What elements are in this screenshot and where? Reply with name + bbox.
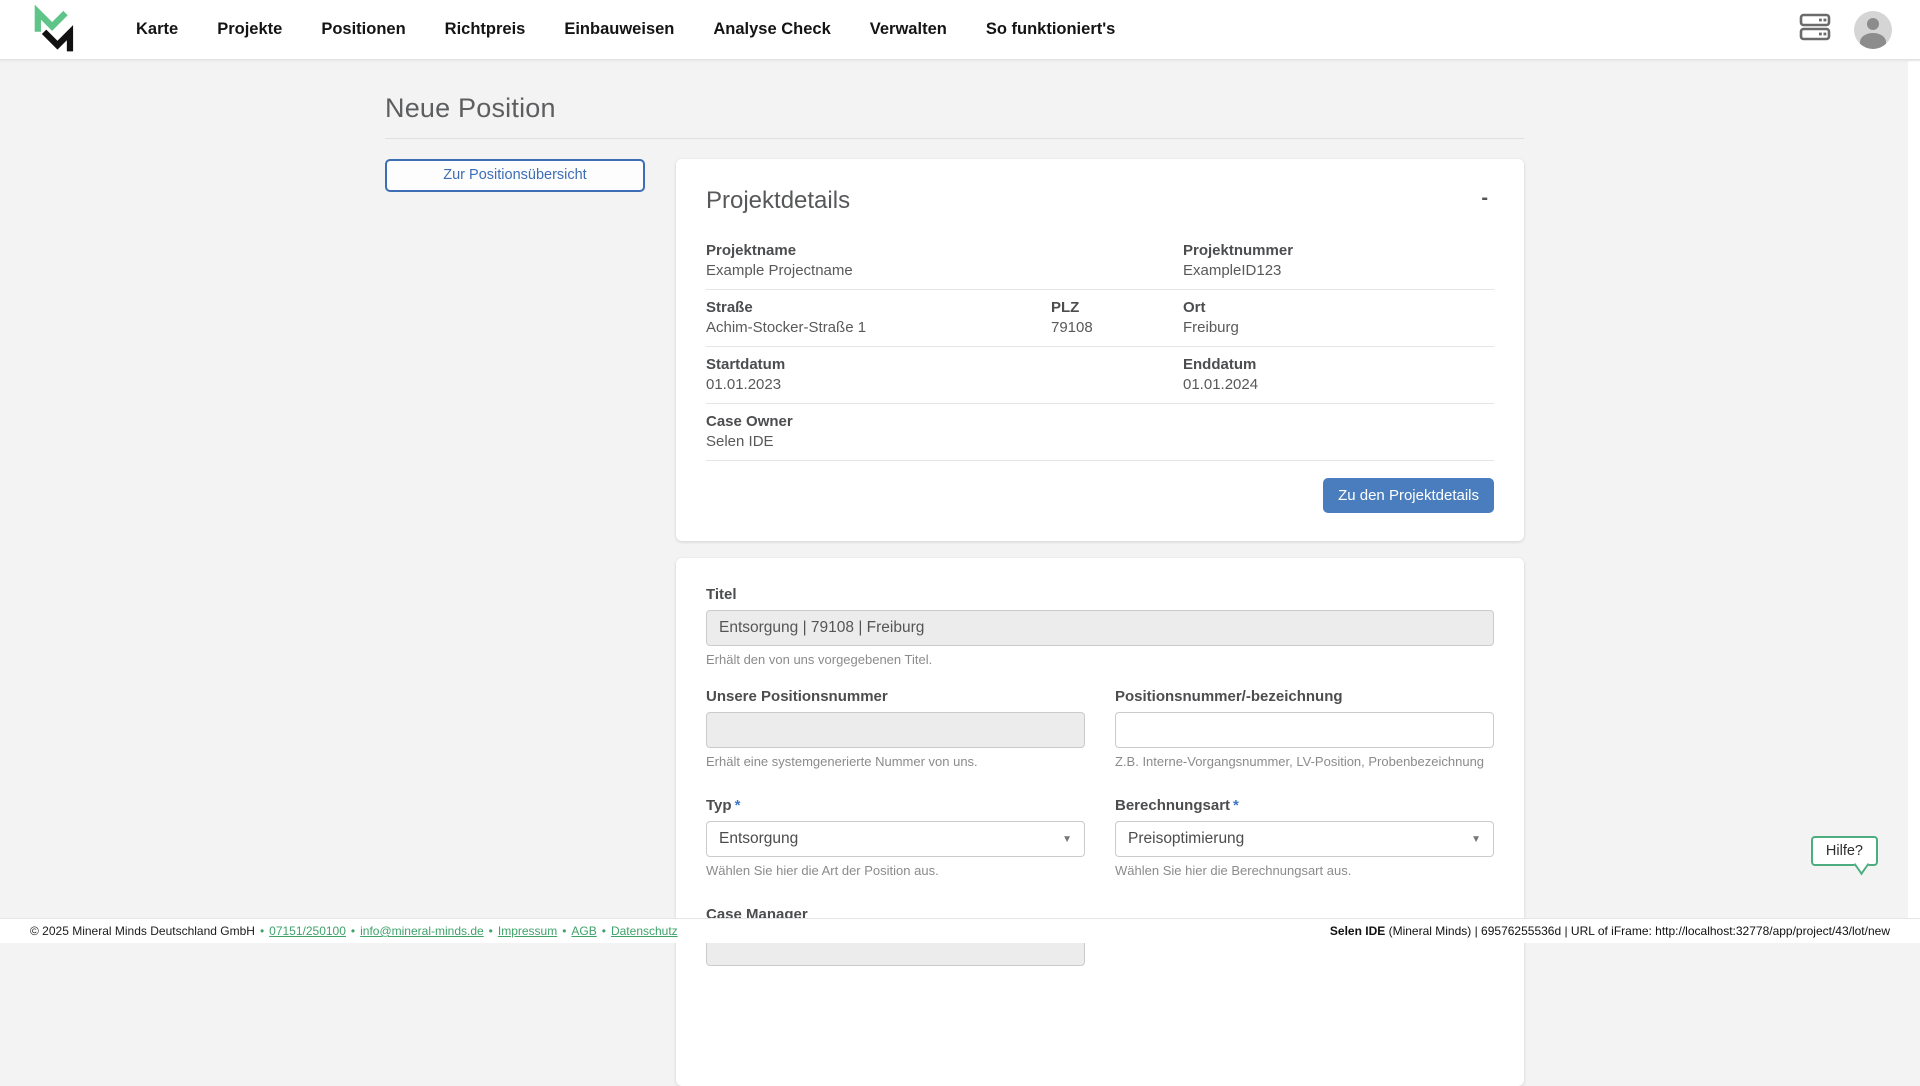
project-row-dates: Startdatum 01.01.2023 Enddatum 01.01.202… <box>706 347 1494 404</box>
avatar-body <box>1860 33 1886 49</box>
nav-item-positionen[interactable]: Positionen <box>321 20 405 39</box>
mineral-minds-logo-icon[interactable] <box>28 5 78 55</box>
footer: © 2025 Mineral Minds Deutschland GmbH • … <box>0 918 1920 943</box>
unsere-positionsnummer-field: Unsere Positionsnummer Erhält eine syste… <box>706 688 1085 769</box>
strasse-label: Straße <box>706 299 1051 316</box>
title-divider <box>385 138 1524 139</box>
berechnungsart-select[interactable]: Preisoptimierung ▼ <box>1115 821 1494 857</box>
titel-field: Titel Erhält den von uns vorgegebenen Ti… <box>706 586 1494 667</box>
positionsnummer-field: Positionsnummer/-bezeichnung Z.B. Intern… <box>1115 688 1494 769</box>
berechnungsart-select-value: Preisoptimierung <box>1128 830 1244 848</box>
new-position-form-card: Titel Erhält den von uns vorgegebenen Ti… <box>676 558 1524 1086</box>
help-button[interactable]: Hilfe? <box>1811 836 1878 866</box>
positionsnummer-helper: Z.B. Interne-Vorgangsnummer, LV-Position… <box>1115 754 1494 769</box>
footer-copyright: © 2025 Mineral Minds Deutschland GmbH <box>30 924 255 938</box>
field-plz: PLZ 79108 <box>1051 299 1183 336</box>
footer-session-info: Selen IDE (Mineral Minds) | 69576255536d… <box>1330 924 1890 938</box>
field-ort: Ort Freiburg <box>1183 299 1494 336</box>
field-projektnummer: Projektnummer ExampleID123 <box>1183 242 1494 279</box>
nav-item-einbauweisen[interactable]: Einbauweisen <box>564 20 674 39</box>
field-strasse: Straße Achim-Stocker-Straße 1 <box>706 299 1051 336</box>
positionsnummer-label: Positionsnummer/-bezeichnung <box>1115 688 1494 705</box>
footer-link-phone[interactable]: 07151/250100 <box>269 924 346 938</box>
footer-link-agb[interactable]: AGB <box>571 924 596 938</box>
projektname-label: Projektname <box>706 242 1183 259</box>
plz-value: 79108 <box>1051 319 1183 336</box>
project-details-card: Projektdetails - Projektname Example Pro… <box>676 159 1524 541</box>
positionsnummer-input[interactable] <box>1115 712 1494 748</box>
chevron-down-icon: ▼ <box>1471 834 1481 845</box>
main-nav: Karte Projekte Positionen Richtpreis Ein… <box>136 20 1115 39</box>
berechnungsart-required-asterisk: * <box>1233 797 1239 814</box>
typ-select[interactable]: Entsorgung ▼ <box>706 821 1085 857</box>
nav-item-so-funktionierts[interactable]: So funktioniert's <box>986 20 1116 39</box>
top-navigation-bar: Karte Projekte Positionen Richtpreis Ein… <box>0 0 1920 60</box>
collapse-card-button[interactable]: - <box>1475 187 1494 209</box>
footer-user-name: Selen IDE <box>1330 924 1385 938</box>
footer-separator: • <box>602 924 606 938</box>
projektnummer-label: Projektnummer <box>1183 242 1494 259</box>
footer-separator: • <box>260 924 264 938</box>
enddatum-value: 01.01.2024 <box>1183 376 1494 393</box>
case-owner-label: Case Owner <box>706 413 1183 430</box>
typ-required-asterisk: * <box>735 797 741 814</box>
berechnungsart-label: Berechnungsart* <box>1115 797 1494 814</box>
field-enddatum: Enddatum 01.01.2024 <box>1183 356 1494 393</box>
footer-link-email[interactable]: info@mineral-minds.de <box>360 924 484 938</box>
footer-separator: • <box>562 924 566 938</box>
nav-item-projekte[interactable]: Projekte <box>217 20 282 39</box>
berechnungsart-field: Berechnungsart* Preisoptimierung ▼ Wähle… <box>1115 797 1494 878</box>
project-details-title: Projektdetails <box>706 187 850 215</box>
unsere-positionsnummer-helper: Erhält eine systemgenerierte Nummer von … <box>706 754 1085 769</box>
footer-separator: • <box>489 924 493 938</box>
topbar-right-icons <box>1798 11 1892 49</box>
projektnummer-value: ExampleID123 <box>1183 262 1494 279</box>
titel-helper: Erhält den von uns vorgegebenen Titel. <box>706 652 1494 667</box>
unsere-positionsnummer-label: Unsere Positionsnummer <box>706 688 1085 705</box>
project-row-name-number: Projektname Example Projectname Projektn… <box>706 233 1494 290</box>
ort-label: Ort <box>1183 299 1494 316</box>
page-body: Neue Position Zur Positionsübersicht Pro… <box>0 60 1920 943</box>
server-icon[interactable] <box>1798 12 1832 47</box>
plz-label: PLZ <box>1051 299 1183 316</box>
unsere-positionsnummer-input <box>706 712 1085 748</box>
typ-field: Typ* Entsorgung ▼ Wählen Sie hier die Ar… <box>706 797 1085 878</box>
chevron-down-icon: ▼ <box>1062 834 1072 845</box>
strasse-value: Achim-Stocker-Straße 1 <box>706 319 1051 336</box>
footer-session-details: (Mineral Minds) | 69576255536d | URL of … <box>1385 924 1890 938</box>
startdatum-label: Startdatum <box>706 356 1183 373</box>
page-title: Neue Position <box>385 93 1524 124</box>
case-owner-value: Selen IDE <box>706 433 1183 450</box>
project-row-address: Straße Achim-Stocker-Straße 1 PLZ 79108 … <box>706 290 1494 347</box>
nav-item-karte[interactable]: Karte <box>136 20 178 39</box>
field-case-owner: Case Owner Selen IDE <box>706 413 1183 450</box>
typ-select-value: Entsorgung <box>719 830 798 848</box>
titel-input <box>706 610 1494 646</box>
footer-link-datenschutz[interactable]: Datenschutz <box>611 924 678 938</box>
field-startdatum: Startdatum 01.01.2023 <box>706 356 1183 393</box>
startdatum-value: 01.01.2023 <box>706 376 1183 393</box>
field-projektname: Projektname Example Projectname <box>706 242 1183 279</box>
typ-label: Typ* <box>706 797 1085 814</box>
avatar-head <box>1867 18 1879 30</box>
nav-item-richtpreis[interactable]: Richtpreis <box>445 20 526 39</box>
typ-helper: Wählen Sie hier die Art der Position aus… <box>706 863 1085 878</box>
footer-link-impressum[interactable]: Impressum <box>498 924 557 938</box>
footer-separator: • <box>351 924 355 938</box>
user-avatar-icon[interactable] <box>1854 11 1892 49</box>
project-row-owner: Case Owner Selen IDE <box>706 404 1494 461</box>
ort-value: Freiburg <box>1183 319 1494 336</box>
nav-item-verwalten[interactable]: Verwalten <box>870 20 947 39</box>
titel-label: Titel <box>706 586 1494 603</box>
scrollbar-gutter[interactable] <box>1908 61 1920 943</box>
berechnungsart-helper: Wählen Sie hier die Berechnungsart aus. <box>1115 863 1494 878</box>
enddatum-label: Enddatum <box>1183 356 1494 373</box>
go-to-project-details-button[interactable]: Zu den Projektdetails <box>1323 478 1494 513</box>
back-to-positions-button[interactable]: Zur Positionsübersicht <box>385 159 645 192</box>
nav-item-analyse-check[interactable]: Analyse Check <box>713 20 830 39</box>
projektname-value: Example Projectname <box>706 262 1183 279</box>
